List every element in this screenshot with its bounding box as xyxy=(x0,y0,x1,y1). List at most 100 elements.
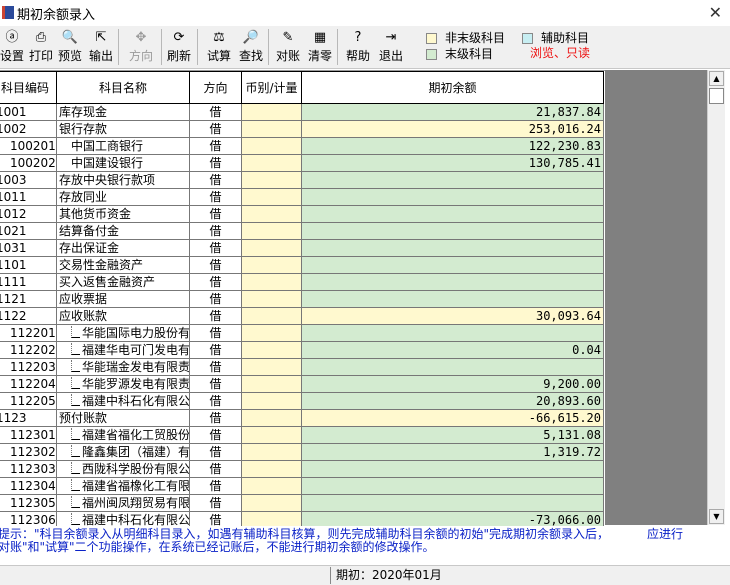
cell-code[interactable]: 112306 xyxy=(0,511,57,526)
cell-name[interactable]: 西陇科学股份有限公 xyxy=(56,460,190,478)
cell-code[interactable]: 1021 xyxy=(0,222,57,240)
cell-direction[interactable]: 借 xyxy=(189,511,242,526)
cell-currency[interactable] xyxy=(241,511,302,526)
cell-opening-balance[interactable] xyxy=(301,494,604,512)
cell-currency[interactable] xyxy=(241,426,302,444)
scroll-down-icon[interactable]: ▼ xyxy=(709,509,724,524)
cell-opening-balance[interactable]: 0.04 xyxy=(301,341,604,359)
cell-name[interactable]: 福建省福化工贸股份 xyxy=(56,426,190,444)
cell-name[interactable]: 库存现金 xyxy=(56,103,190,121)
cell-name[interactable]: 其他货币资金 xyxy=(56,205,190,223)
cell-name[interactable]: 预付账款 xyxy=(56,409,190,427)
col-header-name[interactable]: 科目名称 xyxy=(56,71,190,104)
cell-code[interactable]: 112205 xyxy=(0,392,57,410)
cell-opening-balance[interactable]: 1,319.72 xyxy=(301,443,604,461)
cell-currency[interactable] xyxy=(241,205,302,223)
cell-opening-balance[interactable] xyxy=(301,460,604,478)
cell-code[interactable]: 1003 xyxy=(0,171,57,189)
cell-opening-balance[interactable] xyxy=(301,222,604,240)
col-header-direction[interactable]: 方向 xyxy=(189,71,242,104)
cell-name[interactable]: 福建省福橡化工有限 xyxy=(56,477,190,495)
cell-opening-balance[interactable] xyxy=(301,290,604,308)
cell-name[interactable]: 华能罗源发电有限责 xyxy=(56,375,190,393)
cell-direction[interactable]: 借 xyxy=(189,477,242,495)
cell-currency[interactable] xyxy=(241,171,302,189)
cell-direction[interactable]: 借 xyxy=(189,358,242,376)
cell-direction[interactable]: 借 xyxy=(189,324,242,342)
col-header-code[interactable]: 科目编码 xyxy=(0,71,57,104)
toolbar-button-8[interactable]: ✎ 对账 xyxy=(273,28,303,66)
toolbar-button-2[interactable]: 🔍 预览 xyxy=(56,28,84,66)
table-row[interactable]: 1122应收账款借 30,093.64 xyxy=(0,307,604,325)
cell-code[interactable]: 1101 xyxy=(0,256,57,274)
cell-currency[interactable] xyxy=(241,222,302,240)
cell-name[interactable]: 买入返售金融资产 xyxy=(56,273,190,291)
cell-currency[interactable] xyxy=(241,307,302,325)
cell-currency[interactable] xyxy=(241,290,302,308)
toolbar-button-0[interactable]: ⓐ 设置 xyxy=(0,28,24,66)
cell-name[interactable]: 隆鑫集团（福建）有 xyxy=(56,443,190,461)
cell-currency[interactable] xyxy=(241,154,302,172)
cell-name[interactable]: 存放同业 xyxy=(56,188,190,206)
cell-direction[interactable]: 借 xyxy=(189,341,242,359)
cell-opening-balance[interactable]: 30,093.64 xyxy=(301,307,604,325)
cell-code[interactable]: 1123 xyxy=(0,409,57,427)
cell-direction[interactable]: 借 xyxy=(189,120,242,138)
cell-direction[interactable]: 借 xyxy=(189,290,242,308)
table-row[interactable]: 112203 华能瑞金发电有限责借 xyxy=(0,358,604,376)
table-row[interactable]: 1123预付账款借 -66,615.20 xyxy=(0,409,604,427)
scroll-up-icon[interactable]: ▲ xyxy=(709,71,724,86)
cell-name[interactable]: 中国工商银行 xyxy=(56,137,190,155)
table-row[interactable]: 1011存放同业借 xyxy=(0,188,604,206)
table-row[interactable]: 112204 华能罗源发电有限责借 9,200.00 xyxy=(0,375,604,393)
cell-currency[interactable] xyxy=(241,477,302,495)
cell-code[interactable]: 112202 xyxy=(0,341,57,359)
cell-name[interactable]: 存放中央银行款项 xyxy=(56,171,190,189)
cell-currency[interactable] xyxy=(241,137,302,155)
cell-code[interactable]: 112304 xyxy=(0,477,57,495)
toolbar-button-5[interactable]: ⟳ 刷新 xyxy=(164,28,194,66)
cell-opening-balance[interactable] xyxy=(301,188,604,206)
cell-name[interactable]: 中国建设银行 xyxy=(56,154,190,172)
cell-currency[interactable] xyxy=(241,460,302,478)
cell-code[interactable]: 1111 xyxy=(0,273,57,291)
cell-code[interactable]: 112203 xyxy=(0,358,57,376)
cell-currency[interactable] xyxy=(241,341,302,359)
toolbar-button-6[interactable]: ⚖ 试算 xyxy=(204,28,234,66)
toolbar-button-3[interactable]: ⇱ 输出 xyxy=(86,28,116,66)
cell-direction[interactable]: 借 xyxy=(189,307,242,325)
cell-currency[interactable] xyxy=(241,443,302,461)
cell-code[interactable]: 1002 xyxy=(0,120,57,138)
table-row[interactable]: 112201 华能国际电力股份有借 xyxy=(0,324,604,342)
cell-currency[interactable] xyxy=(241,273,302,291)
table-row[interactable]: 1002银行存款借 253,016.24 xyxy=(0,120,604,138)
cell-currency[interactable] xyxy=(241,324,302,342)
toolbar-button-11[interactable]: ⇥ 退出 xyxy=(376,28,406,66)
cell-direction[interactable]: 借 xyxy=(189,103,242,121)
table-row[interactable]: 112303 西陇科学股份有限公借 xyxy=(0,460,604,478)
table-row[interactable]: 1111买入返售金融资产借 xyxy=(0,273,604,291)
cell-code[interactable]: 1011 xyxy=(0,188,57,206)
cell-direction[interactable]: 借 xyxy=(189,460,242,478)
table-row[interactable]: 1021结算备付金借 xyxy=(0,222,604,240)
cell-opening-balance[interactable] xyxy=(301,171,604,189)
cell-code[interactable]: 112302 xyxy=(0,443,57,461)
cell-code[interactable]: 112301 xyxy=(0,426,57,444)
cell-currency[interactable] xyxy=(241,409,302,427)
cell-opening-balance[interactable] xyxy=(301,273,604,291)
cell-code[interactable]: 112305 xyxy=(0,494,57,512)
cell-currency[interactable] xyxy=(241,120,302,138)
cell-direction[interactable]: 借 xyxy=(189,239,242,257)
cell-direction[interactable]: 借 xyxy=(189,256,242,274)
close-icon[interactable]: ✕ xyxy=(709,3,722,22)
cell-name[interactable]: 银行存款 xyxy=(56,120,190,138)
cell-opening-balance[interactable]: 130,785.41 xyxy=(301,154,604,172)
cell-direction[interactable]: 借 xyxy=(189,188,242,206)
cell-direction[interactable]: 借 xyxy=(189,205,242,223)
table-row[interactable]: 112305 福州闽凤翔贸易有限借 xyxy=(0,494,604,512)
cell-direction[interactable]: 借 xyxy=(189,443,242,461)
cell-direction[interactable]: 借 xyxy=(189,494,242,512)
cell-code[interactable]: 112204 xyxy=(0,375,57,393)
cell-currency[interactable] xyxy=(241,188,302,206)
vertical-scrollbar[interactable]: ▲ ▼ xyxy=(707,70,725,525)
